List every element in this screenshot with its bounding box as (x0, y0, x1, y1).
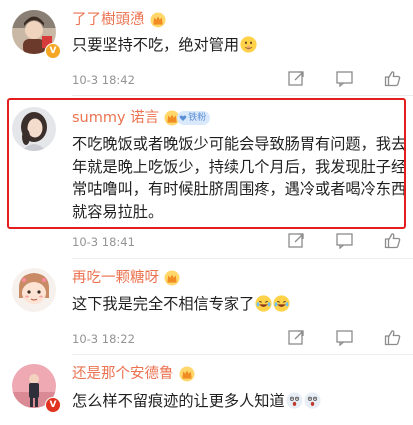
laughing-crying-emoji (255, 295, 272, 312)
comment-text: 怎么样不留痕迹的让更多人知道 (72, 390, 402, 413)
thumbs-up-icon[interactable] (384, 232, 401, 249)
comment-text: 这下我是完全不相信专家了 (72, 293, 402, 316)
shocked-face-emoji (304, 392, 321, 409)
laughing-crying-emoji (273, 295, 290, 312)
username[interactable]: 再吃一颗糖呀 (72, 268, 159, 288)
comment-body: 不吃晚饭或者晚饭少可能会导致肠胃有问题，我去年就是晚上吃饭少，持续几个月后，我发… (72, 135, 407, 221)
comment-icon[interactable] (336, 232, 353, 250)
comment-icon[interactable] (336, 70, 353, 88)
timestamp: 10-3 18:22 (72, 332, 135, 346)
comment-item: V 还是那个安德鲁 怎么样不留痕迹的让更多人知道 (0, 355, 413, 425)
comment-item: summy 诺言 铁粉 不吃晚饭或者晚饭少可能会导致肠胃有问题，我去年就是晚上吃… (0, 96, 413, 250)
comment-text: 只要坚持不吃，绝对管用 (72, 34, 402, 57)
timestamp: 10-3 18:42 (72, 73, 135, 87)
verified-badge-icon: V (45, 43, 61, 59)
thumbs-up-icon[interactable] (384, 329, 401, 346)
comment-body: 只要坚持不吃，绝对管用 (72, 36, 240, 54)
avatar[interactable] (12, 268, 56, 312)
fan-badge: 铁粉 (177, 111, 211, 125)
verified-badge-icon: V (45, 397, 61, 413)
avatar[interactable] (12, 107, 56, 151)
share-icon[interactable] (288, 232, 305, 249)
username[interactable]: summy 诺言 (72, 108, 159, 128)
username[interactable]: 了了樹頭慂 (72, 10, 145, 30)
timestamp: 10-3 18:41 (72, 235, 135, 249)
thumbs-up-icon[interactable] (384, 70, 401, 87)
comment-body: 怎么样不留痕迹的让更多人知道 (72, 392, 285, 410)
crown-badge-icon (179, 366, 194, 382)
share-icon[interactable] (288, 70, 305, 87)
comment-item: V 了了樹頭慂 只要坚持不吃，绝对管用 10-3 18:42 (0, 0, 413, 95)
shushing-face-emoji (240, 36, 257, 53)
comment-text: 不吃晚饭或者晚饭少可能会导致肠胃有问题，我去年就是晚上吃饭少，持续几个月后，我发… (72, 133, 407, 223)
comment-body: 这下我是完全不相信专家了 (72, 295, 255, 313)
share-icon[interactable] (288, 329, 305, 346)
username[interactable]: 还是那个安德鲁 (72, 364, 174, 384)
fan-badge-label: 铁粉 (188, 113, 207, 123)
comment-icon[interactable] (336, 329, 353, 347)
crown-badge-icon (150, 12, 165, 28)
comment-item: 再吃一颗糖呀 这下我是完全不相信专家了 10-3 18:22 (0, 259, 413, 354)
heart-icon (179, 115, 187, 121)
shocked-face-emoji (286, 392, 303, 409)
crown-badge-icon (164, 270, 180, 286)
